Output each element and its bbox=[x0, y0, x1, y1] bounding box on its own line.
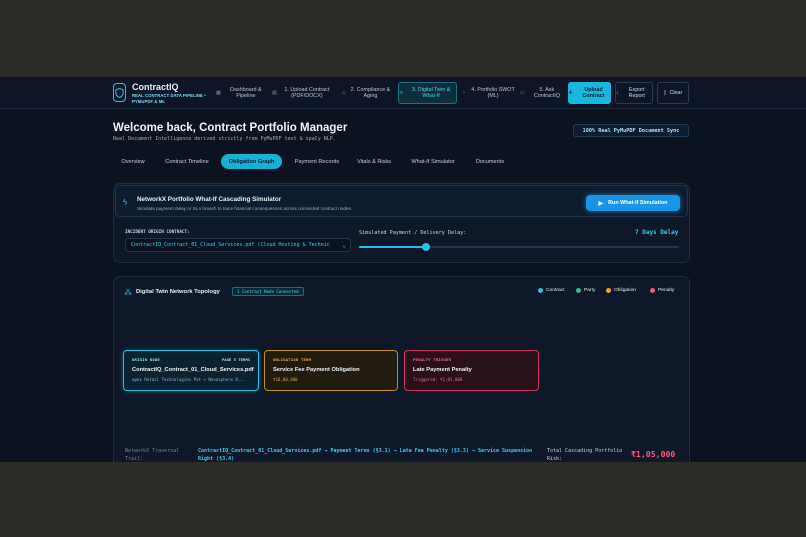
delay-value: 7 Days Delay bbox=[635, 229, 679, 236]
run-what-if-simulation-button[interactable]: ▶ Run What-If Simulation bbox=[586, 195, 680, 211]
node-title: ContractIQ_Contract_01_Cloud_Services.pd… bbox=[132, 367, 254, 373]
run-simulation-label: Run What-If Simulation bbox=[608, 200, 668, 206]
clear-label: Clear bbox=[669, 89, 683, 96]
legend-party: Party bbox=[576, 288, 595, 293]
page-subtitle: Real Document Intelligence derived stric… bbox=[113, 136, 336, 142]
node-page-reference: PAGE 5 TERMS bbox=[221, 357, 250, 362]
tab-obligation-graph[interactable]: Obligation Graph bbox=[221, 154, 282, 169]
legend-contract: Contract bbox=[538, 288, 564, 293]
clear-button[interactable]: ▯ Clear bbox=[657, 82, 689, 104]
node-type-label: PENALTY TRIGGER bbox=[413, 357, 452, 362]
simulator-title: NetworkX Portfolio What-If Cascading Sim… bbox=[137, 196, 282, 203]
nav-dashboard-label: Dashboard & Pipeline bbox=[230, 86, 262, 99]
nav-swot-label: 4. Portfolio SWOT (ML) bbox=[471, 86, 515, 99]
nav-compliance-label: 2. Compliance & Aging bbox=[350, 86, 391, 99]
lightning-icon: ϟ bbox=[123, 198, 128, 207]
upload-icon: ＋ bbox=[568, 89, 574, 96]
legend-party-label: Party bbox=[584, 288, 596, 293]
app-window: ContractIQ REAL CONTRACT DATA PIPELINE •… bbox=[0, 77, 806, 462]
node-triggered-amount: Triggered: ₹1,05,000 bbox=[413, 377, 463, 382]
brand-subtitle: REAL CONTRACT DATA PIPELINE • PYMUPDF & … bbox=[132, 93, 206, 104]
legend-contract-label: Contract bbox=[546, 288, 565, 293]
nav-ask-label: 5. Ask ContractIQ bbox=[533, 86, 560, 99]
tab-what-if-simulator[interactable]: What-If Simulator bbox=[404, 154, 462, 169]
legend-penalty: Penalty bbox=[650, 288, 674, 293]
total-risk-label: Total Cascading Portfolio Risk: bbox=[547, 448, 623, 462]
obligation-term-node[interactable]: OBLIGATION TERM Service Fee Payment Obli… bbox=[264, 350, 398, 391]
total-risk-value: ₹1,05,000 bbox=[631, 449, 676, 459]
incident-origin-value: ContractIQ_Contract_01_Cloud_Services.pd… bbox=[131, 242, 330, 248]
chevron-down-icon: ⌄ bbox=[342, 242, 346, 249]
network-topology-icon: ⁂ bbox=[124, 288, 132, 297]
traversal-trail-label: NetworkX Traversal Trail: bbox=[125, 448, 180, 462]
nav-portfolio-swot[interactable]: ◔ 4. Portfolio SWOT (ML) bbox=[462, 82, 518, 104]
incident-origin-select[interactable]: ContractIQ_Contract_01_Cloud_Services.pd… bbox=[125, 238, 351, 252]
legend-penalty-dot bbox=[650, 288, 655, 293]
legend-obligation-label: Obligation bbox=[614, 288, 637, 293]
nav-ask-contractiq[interactable]: ▭ 5. Ask ContractIQ bbox=[520, 82, 566, 104]
nav-digital-twin-label: 3. Digital Twin & What-If bbox=[411, 86, 451, 99]
nav-compliance[interactable]: ◇ 2. Compliance & Aging bbox=[342, 82, 392, 104]
chat-icon: ▭ bbox=[520, 89, 525, 96]
target-icon: ◔ bbox=[462, 89, 466, 96]
delay-slider-label: Simulated Payment / Delivery Delay: bbox=[359, 230, 467, 236]
grid-icon: ▦ bbox=[216, 89, 221, 96]
nav-upload-contract[interactable]: ▤ 1. Upload Contract (PDF/DOCX) bbox=[272, 82, 334, 104]
legend-party-dot bbox=[576, 288, 581, 293]
shield-icon: ◇ bbox=[342, 89, 346, 96]
play-icon: ▶ bbox=[598, 200, 604, 207]
tab-overview[interactable]: Overview bbox=[113, 154, 153, 169]
network-icon: ⋖ bbox=[399, 89, 404, 96]
shield-logo-icon bbox=[113, 83, 126, 102]
trash-icon: ▯ bbox=[663, 89, 667, 96]
upload-contract-button[interactable]: ＋ Upload Contract bbox=[568, 82, 611, 104]
node-type-label: OBLIGATION TERM bbox=[273, 357, 312, 362]
brand-name: ContractIQ bbox=[132, 82, 179, 92]
penalty-trigger-node[interactable]: PENALTY TRIGGER Late Payment Penalty Tri… bbox=[404, 350, 539, 391]
node-title: Late Payment Penalty bbox=[413, 367, 472, 373]
tab-contract-timeline[interactable]: Contract Timeline bbox=[158, 154, 216, 169]
sync-status-badge: 100% Real PyMuPDF Document Sync bbox=[573, 124, 689, 137]
legend-penalty-label: Penalty bbox=[658, 288, 675, 293]
node-amount: ₹10,00,000 bbox=[273, 377, 298, 382]
tab-vitals-risks[interactable]: Vitals & Risks bbox=[351, 154, 397, 169]
top-navigation-bar: ContractIQ REAL CONTRACT DATA PIPELINE •… bbox=[0, 77, 806, 109]
tab-payment-records[interactable]: Payment Records bbox=[288, 154, 346, 169]
incident-origin-label: INCIDENT ORIGIN CONTRACT: bbox=[125, 230, 190, 235]
simulator-description: Simulate payment delay or SLA breach to … bbox=[137, 206, 353, 211]
page-title: Welcome back, Contract Portfolio Manager bbox=[113, 122, 348, 134]
legend-contract-dot bbox=[538, 288, 543, 293]
delay-slider[interactable] bbox=[359, 243, 679, 251]
file-icon: ▤ bbox=[272, 89, 277, 96]
node-title: Service Fee Payment Obligation bbox=[273, 367, 360, 373]
topology-title: Digital Twin Network Topology bbox=[136, 289, 220, 295]
legend-obligation-dot bbox=[606, 288, 611, 293]
traversal-trail-path: ContractIQ_Contract_01_Cloud_Services.pd… bbox=[198, 448, 533, 462]
nav-upload-label: 1. Upload Contract (PDF/DOCX) bbox=[284, 86, 330, 99]
upload-contract-label: Upload Contract bbox=[582, 86, 605, 99]
delay-slider-fill bbox=[359, 246, 427, 248]
legend-obligation: Obligation bbox=[606, 288, 636, 293]
nav-digital-twin[interactable]: ⋖ 3. Digital Twin & What-If bbox=[398, 82, 457, 104]
export-report-button[interactable]: ↓ Export Report bbox=[615, 82, 653, 104]
export-report-label: Export Report bbox=[628, 86, 645, 99]
origin-contract-node[interactable]: ORIGIN NODE PAGE 5 TERMS ContractIQ_Cont… bbox=[123, 350, 259, 391]
download-icon: ↓ bbox=[616, 89, 619, 96]
tab-documents[interactable]: Documents bbox=[468, 154, 512, 169]
nav-dashboard[interactable]: ▦ Dashboard & Pipeline bbox=[216, 82, 268, 104]
node-parties: apex Retail Technologies Pvt ↔ Novaspher… bbox=[132, 377, 246, 382]
contract-node-count-badge: 1 Contract Node Connected bbox=[232, 287, 304, 296]
